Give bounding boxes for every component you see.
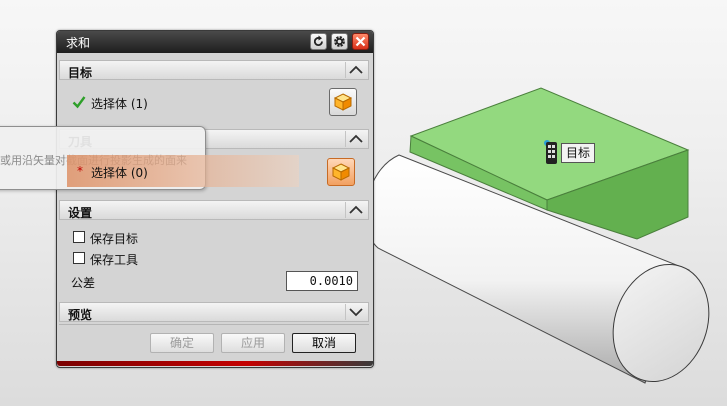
section-preview-header[interactable]: 预览 — [59, 302, 369, 322]
target-tag-text: 目标 — [561, 143, 595, 163]
required-mark: * — [77, 164, 83, 178]
section-preview-label: 预览 — [68, 308, 93, 322]
target-select-body-button[interactable] — [329, 88, 357, 116]
keep-tool-label: 保存工具 — [90, 253, 139, 267]
ok-button[interactable]: 确定 — [150, 333, 214, 353]
close-button[interactable] — [352, 33, 369, 50]
cancel-button[interactable]: 取消 — [292, 333, 356, 353]
unite-dialog: 求和 目标 选择体 (1) 设置 保存目标 保存工具 公差 0.0010 预览 … — [56, 30, 374, 368]
tolerance-input[interactable]: 0.0010 — [286, 271, 358, 291]
tolerance-label: 公差 — [71, 276, 96, 290]
chevron-up-icon[interactable] — [345, 131, 366, 147]
dialog-bottom-bar — [57, 361, 373, 366]
settings-button[interactable] — [331, 33, 348, 50]
section-target-label: 目标 — [68, 66, 93, 80]
phone-marker-icon — [546, 142, 557, 164]
chevron-up-icon[interactable] — [345, 62, 366, 78]
keep-target-checkbox[interactable] — [73, 231, 85, 243]
checkmark-icon — [72, 96, 86, 109]
tool-select-body: 选择体 (0) — [91, 166, 148, 180]
gear-icon — [334, 36, 345, 47]
section-target-header[interactable]: 目标 — [59, 60, 369, 80]
button-divider — [59, 324, 369, 325]
solid-cube-icon — [331, 163, 351, 181]
target-select-body[interactable]: 选择体 (1) — [91, 95, 148, 112]
dialog-titlebar[interactable]: 求和 — [57, 31, 373, 53]
close-icon — [355, 36, 366, 47]
chevron-up-icon[interactable] — [345, 202, 366, 218]
tool-select-body-button[interactable] — [327, 158, 355, 186]
keep-tool-checkbox[interactable] — [73, 252, 85, 264]
dialog-title: 求和 — [66, 36, 91, 50]
keep-target-label: 保存目标 — [90, 232, 139, 246]
apply-button[interactable]: 应用 — [221, 333, 285, 353]
reset-button[interactable] — [310, 33, 327, 50]
section-settings-header[interactable]: 设置 — [59, 200, 369, 220]
reset-icon — [313, 35, 323, 47]
section-settings-label: 设置 — [68, 206, 93, 220]
solid-cube-icon — [333, 93, 353, 111]
tool-select-body-row[interactable]: * 选择体 (0) — [67, 155, 299, 187]
chevron-down-icon[interactable] — [345, 304, 366, 320]
